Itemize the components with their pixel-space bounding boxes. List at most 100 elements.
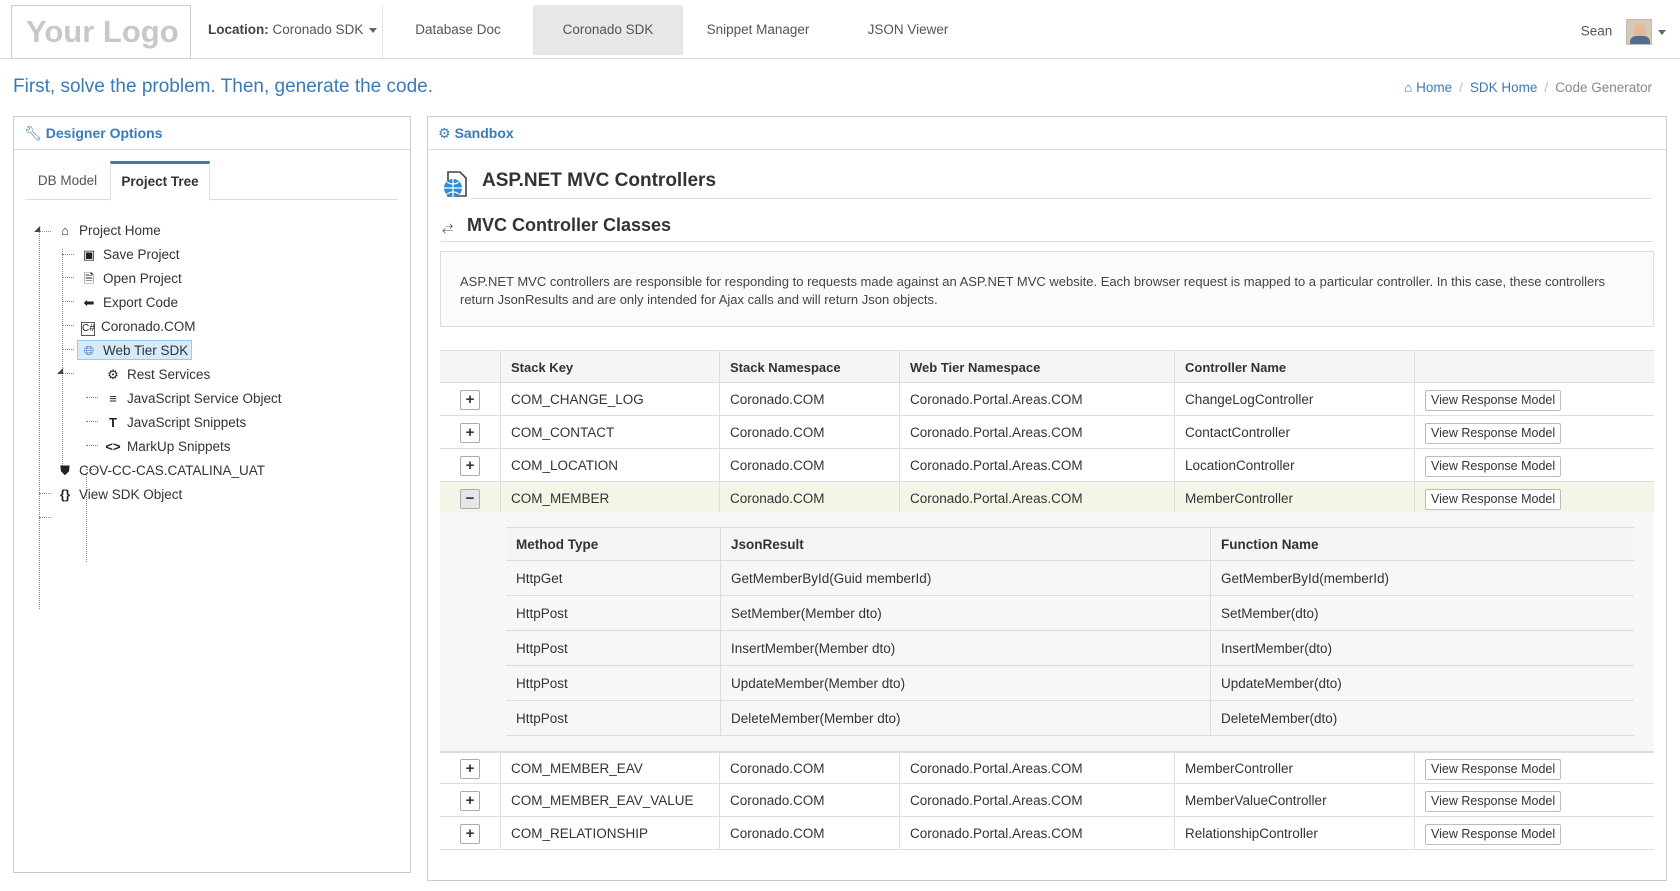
floppy-icon: ▣: [82, 247, 96, 262]
breadcrumb-home[interactable]: ⌂ Home: [1404, 80, 1452, 95]
tree-node-web-tier-sdk[interactable]: 🌐︎ Web Tier SDK: [77, 340, 193, 360]
nav-item-coronado-sdk[interactable]: Coronado SDK: [533, 5, 683, 55]
col-method-type[interactable]: Method Type: [506, 528, 720, 562]
logo[interactable]: Your Logo: [11, 5, 191, 59]
expand-button[interactable]: +: [460, 423, 480, 443]
col-stack-key[interactable]: Stack Key: [500, 351, 719, 384]
method-row: HttpPost SetMember(Member dto) SetMember…: [506, 596, 1634, 631]
user-name: Sean: [1580, 23, 1613, 39]
tree-node-rest-services[interactable]: ⚙ Rest Services: [105, 365, 210, 385]
expanded-detail: Method Type JsonResult Function Name Htt…: [440, 512, 1654, 753]
sitemap-icon: ⥄: [442, 218, 454, 234]
cell-controller-name: ChangeLogController: [1174, 383, 1414, 416]
text-icon: T: [109, 415, 117, 430]
cell-function-name: SetMember(dto): [1210, 596, 1634, 631]
tree-node-export-code[interactable]: ⬅ Export Code: [81, 293, 179, 313]
tree-node-view-sdk-object[interactable]: {} View SDK Object: [57, 485, 182, 505]
view-response-model-button[interactable]: View Response Model: [1425, 489, 1562, 510]
cell-method-type: HttpPost: [516, 676, 568, 691]
method-row: HttpPost InsertMember(Member dto) Insert…: [506, 631, 1634, 666]
cell-json-result: SetMember(Member dto): [720, 596, 1210, 631]
cell-controller-name: RelationshipController: [1174, 817, 1414, 850]
expand-button[interactable]: +: [460, 791, 480, 811]
gears-icon: ⚙: [438, 125, 451, 141]
caret-down-icon: [1658, 29, 1666, 35]
col-json-result[interactable]: JsonResult: [720, 528, 1210, 562]
table-row: + COM_LOCATION Coronado.COM Coronado.Por…: [440, 449, 1654, 482]
col-function-name[interactable]: Function Name: [1210, 528, 1634, 562]
top-navbar: Your Logo Location: Coronado SDK Databas…: [0, 0, 1680, 59]
tree-node-project-home[interactable]: ⌂ Project Home: [57, 221, 161, 241]
tree-node-javascript-service-object[interactable]: ≡ JavaScript Service Object: [105, 389, 281, 409]
nav-item-database-doc[interactable]: Database Doc: [383, 5, 533, 55]
database-icon: ⛊: [60, 463, 70, 478]
table-row: + COM_MEMBER_EAV_VALUE Coronado.COM Coro…: [440, 784, 1654, 817]
view-response-model-button[interactable]: View Response Model: [1425, 824, 1562, 845]
section-heading: ASP.NET MVC Controllers: [482, 170, 717, 191]
braces-icon: {}: [59, 487, 71, 502]
col-web-tier-namespace[interactable]: Web Tier Namespace: [899, 351, 1174, 384]
tree-node-javascript-snippets[interactable]: T JavaScript Snippets: [105, 413, 246, 433]
cell-controller-name: MemberController: [1174, 752, 1414, 785]
method-row: HttpPost UpdateMember(Member dto) Update…: [506, 666, 1634, 701]
tree-node-save-project[interactable]: ▣ Save Project: [81, 245, 180, 265]
page-tagline: First, solve the problem. Then, generate…: [13, 76, 433, 97]
cell-method-type: HttpPost: [516, 711, 568, 726]
cell-web-tier-namespace: Coronado.Portal.Areas.COM: [899, 383, 1174, 416]
table-row: + COM_CONTACT Coronado.COM Coronado.Port…: [440, 416, 1654, 449]
collapse-toggle-icon[interactable]: ◢: [34, 224, 40, 233]
view-response-model-button[interactable]: View Response Model: [1425, 456, 1562, 477]
home-icon: ⌂: [61, 223, 69, 238]
expand-button[interactable]: +: [460, 759, 480, 779]
designer-options-panel: 🔧︎ Designer Options DB Model Project Tree…: [13, 116, 411, 873]
avatar: [1626, 19, 1652, 45]
cell-controller-name: MemberController: [1174, 482, 1414, 515]
cell-stack-key: COM_LOCATION: [500, 449, 719, 482]
export-icon: ⬅: [83, 295, 95, 310]
cell-stack-key: COM_MEMBER_EAV_VALUE: [500, 784, 719, 817]
nav-item-json-viewer[interactable]: JSON Viewer: [833, 5, 983, 55]
cell-web-tier-namespace: Coronado.Portal.Areas.COM: [899, 482, 1174, 515]
caret-down-icon: [369, 27, 378, 33]
section-subheading: MVC Controller Classes: [467, 215, 672, 235]
view-response-model-button[interactable]: View Response Model: [1425, 423, 1562, 444]
expand-button[interactable]: +: [460, 456, 480, 476]
tab-db-model[interactable]: DB Model: [25, 161, 110, 200]
gear-icon: ⚙: [107, 367, 119, 382]
col-controller-name[interactable]: Controller Name: [1174, 351, 1414, 384]
cell-controller-name: ContactController: [1174, 416, 1414, 449]
expand-button[interactable]: +: [460, 824, 480, 844]
tree-node-markup-snippets[interactable]: <> MarkUp Snippets: [105, 437, 230, 457]
cell-json-result: UpdateMember(Member dto): [720, 666, 1210, 701]
cell-stack-namespace: Coronado.COM: [719, 784, 899, 817]
view-response-model-button[interactable]: View Response Model: [1425, 791, 1562, 812]
cell-json-result: DeleteMember(Member dto): [720, 701, 1210, 736]
location-dropdown[interactable]: Location: Coronado SDK: [208, 22, 378, 37]
location-value: Coronado SDK: [272, 22, 364, 37]
cell-stack-key: COM_CONTACT: [500, 416, 719, 449]
breadcrumb-sdk-home[interactable]: SDK Home: [1470, 80, 1538, 95]
user-menu[interactable]: Sean: [1581, 19, 1666, 45]
col-stack-namespace[interactable]: Stack Namespace: [719, 351, 899, 384]
view-response-model-button[interactable]: View Response Model: [1425, 390, 1562, 411]
tab-project-tree[interactable]: Project Tree: [110, 161, 210, 201]
view-response-model-button[interactable]: View Response Model: [1425, 759, 1562, 780]
methods-header-row: Method Type JsonResult Function Name: [506, 527, 1634, 562]
expand-button[interactable]: +: [460, 390, 480, 410]
table-row-expanded: − COM_MEMBER Coronado.COM Coronado.Porta…: [440, 482, 1654, 515]
collapse-toggle-icon[interactable]: ◢: [57, 366, 63, 375]
tree-node-open-project[interactable]: 🗎︎ Open Project: [81, 269, 182, 289]
cell-function-name: DeleteMember(dto): [1210, 701, 1634, 736]
cell-web-tier-namespace: Coronado.Portal.Areas.COM: [899, 752, 1174, 785]
tree-node-database[interactable]: ⛊ COV-CC-CAS.CATALINA_UAT: [57, 461, 265, 481]
cell-controller-name: LocationController: [1174, 449, 1414, 482]
table-row: + COM_MEMBER_EAV Coronado.COM Coronado.P…: [440, 751, 1654, 785]
nav-item-snippet-manager[interactable]: Snippet Manager: [683, 5, 833, 55]
cell-stack-namespace: Coronado.COM: [719, 482, 899, 515]
cell-stack-namespace: Coronado.COM: [719, 416, 899, 449]
tree-node-coronado-com[interactable]: C# Coronado.COM: [81, 317, 196, 337]
tree-line: [39, 227, 40, 609]
cell-stack-namespace: Coronado.COM: [719, 752, 899, 785]
cell-web-tier-namespace: Coronado.Portal.Areas.COM: [899, 416, 1174, 449]
collapse-button[interactable]: −: [460, 489, 480, 509]
